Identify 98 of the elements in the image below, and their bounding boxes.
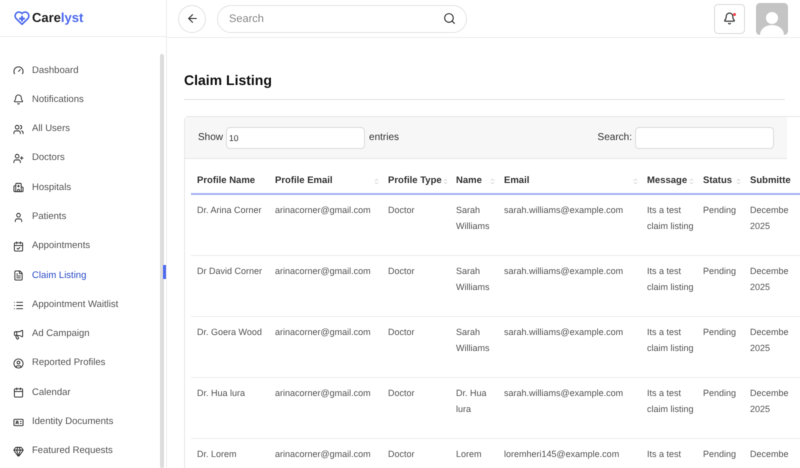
table-cell-text: Doctor (388, 326, 416, 340)
table-cell-text: Sarah Williams (456, 204, 490, 233)
sidebar-item[interactable]: Featured Requests (0, 436, 157, 466)
table-cell-text: Sarah Williams (456, 265, 490, 294)
entries-label: entries (369, 131, 400, 145)
column-header[interactable]: Profile Email (275, 174, 333, 188)
table-cell-text: Doctor (388, 204, 416, 218)
table-cell-text: arinacorner@gmail.com (275, 448, 372, 462)
table-cell-text: Dr David Corner (197, 265, 264, 278)
search-icon (443, 12, 456, 24)
column-header[interactable]: Submitte (750, 174, 791, 188)
table-cell-text: Dr. Lorem (197, 448, 238, 462)
table-cell-text: Doctor (388, 387, 416, 400)
table-cell-text: Doctor (388, 448, 416, 462)
logo-text: Carelyst (32, 9, 84, 28)
table-cell-text: Dr. Goera Wood (197, 326, 263, 340)
table-cell-text: arinacorner@gmail.com (275, 204, 372, 218)
column-header[interactable]: Message (647, 174, 688, 188)
calendar-check-icon (13, 240, 24, 252)
table-cell-text: sarah.williams@example.com (504, 387, 624, 400)
table-cell-text: arinacorner@gmail.com (275, 326, 372, 340)
sidebar-item[interactable]: All Users (0, 114, 157, 144)
search-label: Search: (598, 131, 632, 145)
bell-icon (13, 94, 24, 106)
table-cell-text: Pending (703, 387, 738, 400)
sidebar-item[interactable]: Dashboard (0, 56, 157, 86)
table-cell-text: Its a test claim listing (647, 265, 695, 294)
table-cell-text: arinacorner@gmail.com (275, 387, 372, 400)
back-arrow-icon (186, 12, 198, 25)
gem-icon (13, 446, 24, 457)
table-cell-text: Dr. Hua lura (197, 387, 246, 400)
sidebar-item[interactable]: Claim Listing (0, 261, 157, 290)
back-button[interactable] (178, 4, 206, 32)
sidebar-item[interactable]: Notifications (0, 85, 157, 115)
bell-icon (723, 12, 736, 25)
active-indicator (163, 265, 166, 279)
sort-icon[interactable] (442, 178, 449, 185)
table-cell-text: Doctor (388, 265, 416, 278)
table-cell-text: Its a test claim listing (647, 387, 695, 416)
table-cell-text: Its a test claim listing (647, 204, 695, 233)
sidebar-item[interactable]: Ad Campaign (0, 320, 157, 349)
megaphone-icon (13, 328, 24, 340)
table-cell-text: Pending (703, 265, 738, 278)
table-cell-text: Decembe 2025 (750, 204, 790, 233)
calendar-icon (13, 387, 24, 398)
column-header[interactable]: Email (504, 174, 530, 188)
table-cell-text: Pending (703, 326, 738, 340)
gauge-icon (13, 65, 24, 76)
sidebar-item[interactable]: Appointment Waitlist (0, 290, 157, 320)
table-cell-text: Decembe (750, 448, 790, 462)
sidebar-item[interactable]: Identity Documents (0, 408, 157, 437)
sidebar-item[interactable]: Patients (0, 202, 157, 232)
table-cell-text: Its a test claim listing (647, 326, 695, 355)
table-search-field[interactable] (635, 126, 774, 148)
table-cell-text: sarah.williams@example.com (504, 204, 624, 218)
column-header[interactable]: Profile Name (197, 174, 256, 188)
table-cell-text: Dr. Arina Corner (197, 204, 263, 218)
column-header[interactable]: Profile Type (388, 174, 442, 188)
table-cell-text: Lorem (456, 448, 483, 462)
sidebar-item[interactable]: Hospitals (0, 173, 157, 202)
document-icon (13, 270, 24, 282)
sort-icon[interactable] (373, 178, 380, 185)
user-circle-icon (13, 358, 24, 370)
heart-cross-logo-icon (14, 11, 30, 25)
notification-button[interactable] (714, 4, 745, 34)
sort-icon[interactable] (735, 178, 742, 185)
page-size-field[interactable]: 10 (226, 126, 366, 148)
table-cell-text: Decembe 2025 (750, 326, 790, 355)
avatar[interactable] (756, 2, 788, 34)
sidebar-item[interactable]: Appointments (0, 232, 157, 262)
show-label: Show (198, 131, 224, 145)
page-title: Claim Listing (184, 70, 785, 100)
user-plus-icon (13, 153, 24, 164)
table-cell-text: sarah.williams@example.com (504, 265, 624, 278)
table-cell-text: Decembe 2025 (750, 265, 790, 294)
sort-icon[interactable] (632, 178, 639, 185)
list-icon (13, 300, 24, 311)
sort-icon[interactable] (688, 178, 695, 185)
sidebar-item[interactable]: Reported Profiles (0, 348, 157, 378)
search-field[interactable]: Search (217, 4, 467, 32)
table-cell-text: loremheri145@example.com (504, 448, 620, 462)
building-icon (13, 182, 24, 194)
id-card-icon (13, 416, 24, 428)
sidebar-item[interactable]: Doctors (0, 144, 157, 174)
table-cell-text: Decembe 2025 (750, 387, 790, 416)
table-cell-text: Dr. Hua lura (456, 387, 488, 416)
table-cell-text: Pending (703, 448, 738, 462)
table-cell-text: arinacorner@gmail.com (275, 265, 372, 278)
table-cell-text: Its a test (647, 448, 682, 462)
column-header[interactable]: Name (456, 174, 482, 188)
table-cell-text: sarah.williams@example.com (504, 326, 624, 340)
sidebar-item[interactable]: Calendar (0, 378, 157, 408)
user-icon (13, 212, 24, 223)
users-icon (13, 124, 24, 135)
table-cell-text: Pending (703, 204, 738, 218)
table-cell-text: Sarah Williams (456, 326, 490, 355)
sort-icon[interactable] (489, 178, 496, 185)
column-header[interactable]: Status (703, 174, 732, 188)
